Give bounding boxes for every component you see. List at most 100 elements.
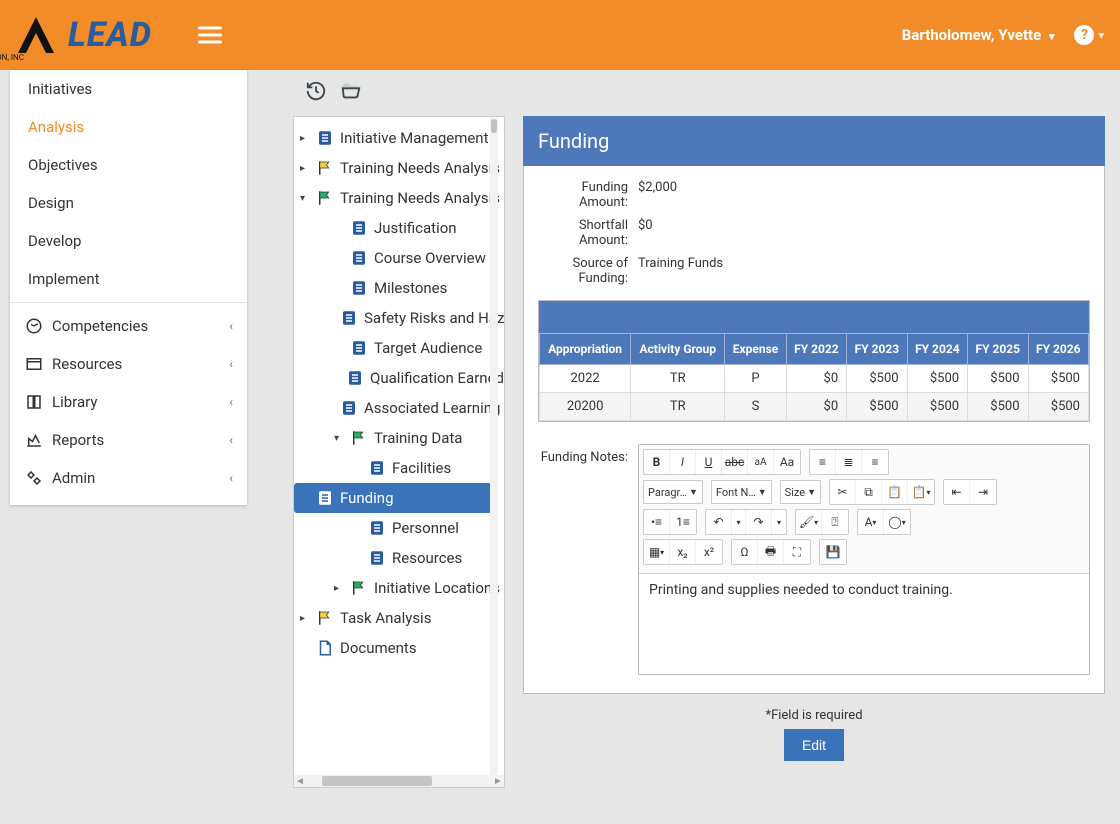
tree-item[interactable]: Course Overview [294, 243, 504, 273]
strike-button[interactable]: abc [722, 450, 748, 474]
font-select[interactable]: Font N…▼ [711, 480, 772, 504]
outdent-button[interactable]: ⇤ [944, 480, 970, 504]
paste-special-button[interactable]: 📋▾ [908, 480, 934, 504]
highlight-button[interactable]: ◯▾ [884, 510, 910, 534]
save-button[interactable]: 💾 [820, 540, 846, 564]
format-painter-button[interactable]: 🖌▾ [796, 510, 822, 534]
tree-expander-icon[interactable]: ▾ [334, 433, 344, 444]
tree-item[interactable]: Personnel [294, 513, 504, 543]
tree-vscrollbar[interactable] [490, 117, 498, 787]
ordered-list-button[interactable]: 1≡ [670, 510, 696, 534]
edit-button[interactable]: Edit [784, 729, 844, 761]
tree-node-icon [368, 549, 386, 567]
tree-item[interactable]: ▸Initiative Locations [294, 573, 504, 603]
rich-text-editor[interactable]: B I U abc aA Aa ≡ ≣ ≡ [638, 444, 1090, 675]
tree-item-label: Justification [374, 219, 457, 237]
align-left-button[interactable]: ≡ [810, 450, 836, 474]
copy-button[interactable]: ⧉ [856, 480, 882, 504]
paste-button[interactable]: 📋 [882, 480, 908, 504]
undo-dd[interactable]: ▾ [732, 510, 746, 534]
help-button[interactable]: ⍰ [822, 510, 848, 534]
field-label: Funding Amount: [538, 180, 638, 210]
tree-expander-icon[interactable]: ▸ [334, 583, 344, 594]
paragraph-select[interactable]: Paragr…▼ [643, 480, 703, 504]
tree-item-label: Documents [340, 639, 417, 657]
tree-item[interactable]: Safety Risks and Hazards [294, 303, 504, 333]
tree-item[interactable]: Target Audience [294, 333, 504, 363]
tree-item[interactable]: Associated Learning Events [294, 393, 504, 423]
folder-icon[interactable] [339, 80, 363, 102]
undo-button[interactable]: ↶ [706, 510, 732, 534]
size-select[interactable]: Size▼ [780, 480, 821, 504]
editor-content[interactable]: Printing and supplies needed to conduct … [639, 574, 1089, 674]
sidebar-section-reports[interactable]: Reports‹ [10, 421, 247, 459]
competencies-icon [24, 317, 44, 335]
sidebar-section-library[interactable]: Library‹ [10, 383, 247, 421]
superscript-button[interactable]: x² [696, 540, 722, 564]
font-color-button[interactable]: A▾ [858, 510, 884, 534]
sidebar-item-design[interactable]: Design [10, 184, 247, 222]
indent-button[interactable]: ⇥ [970, 480, 996, 504]
redo-button[interactable]: ↷ [746, 510, 772, 534]
tree-node-icon [316, 129, 334, 147]
underline-button[interactable]: U [696, 450, 722, 474]
case-button[interactable]: aA [748, 450, 774, 474]
tree-item[interactable]: Funding [294, 483, 492, 513]
tree-item[interactable]: ▸Task Analysis [294, 603, 504, 633]
tree-item[interactable]: Documents [294, 633, 504, 663]
tree-item[interactable]: ▾Training Needs Analysis [294, 183, 504, 213]
sidebar-item-initiatives[interactable]: Initiatives [10, 70, 247, 108]
user-dropdown[interactable]: Bartholomew, Yvette ▾ [902, 26, 1055, 44]
tree-node-icon [350, 429, 368, 447]
help-dropdown[interactable]: ? ▾ [1074, 25, 1104, 45]
subscript-button[interactable]: x₂ [670, 540, 696, 564]
align-right-button[interactable]: ≡ [862, 450, 888, 474]
tree-node-icon [350, 579, 368, 597]
logo-area: LEAD [16, 15, 152, 55]
fullscreen-button[interactable]: ⛶ [784, 540, 810, 564]
align-center-button[interactable]: ≣ [836, 450, 862, 474]
tree-expander-icon[interactable]: ▸ [300, 133, 310, 144]
sidebar-section-resources[interactable]: Resources‹ [10, 345, 247, 383]
table-cell: $500 [1028, 393, 1088, 421]
tree-item[interactable]: ▾Training Data [294, 423, 504, 453]
tree-item[interactable]: Resources [294, 543, 504, 573]
admin-icon [24, 469, 44, 487]
tree-node-icon [316, 159, 334, 177]
table-cell: $500 [907, 393, 967, 421]
font-button[interactable]: Aa [774, 450, 800, 474]
content-toolbar [305, 80, 1105, 102]
sidebar-item-develop[interactable]: Develop [10, 222, 247, 260]
table-header: FY 2023 [847, 334, 907, 365]
tree-expander-icon[interactable]: ▾ [300, 193, 310, 204]
sidebar-section-admin[interactable]: Admin‹ [10, 459, 247, 497]
required-note: *Field is required [523, 708, 1105, 723]
print-button[interactable]: 🖶 [758, 540, 784, 564]
italic-button[interactable]: I [670, 450, 696, 474]
tree-expander-icon[interactable]: ▸ [300, 613, 310, 624]
tree-item[interactable]: Qualification Earned [294, 363, 504, 393]
menu-toggle-icon[interactable] [196, 21, 224, 49]
tree-node-icon [316, 609, 334, 627]
tree-item[interactable]: Justification [294, 213, 504, 243]
sidebar-section-competencies[interactable]: Competencies‹ [10, 307, 247, 345]
sidebar-item-objectives[interactable]: Objectives [10, 146, 247, 184]
table-header: FY 2024 [907, 334, 967, 365]
tree-item[interactable]: ▸Initiative Management [294, 123, 504, 153]
sidebar-item-analysis[interactable]: Analysis [10, 108, 247, 146]
cut-button[interactable]: ✂ [830, 480, 856, 504]
history-icon[interactable] [305, 80, 327, 102]
funding-table: AppropriationActivity GroupExpenseFY 202… [538, 300, 1090, 422]
unordered-list-button[interactable]: •≡ [644, 510, 670, 534]
bold-button[interactable]: B [644, 450, 670, 474]
tree-hscrollbar[interactable]: ◄ ► [294, 775, 504, 787]
table-button[interactable]: ▦▾ [644, 540, 670, 564]
table-cell: $0 [786, 393, 846, 421]
redo-dd[interactable]: ▾ [772, 510, 786, 534]
sidebar-item-implement[interactable]: Implement [10, 260, 247, 298]
special-char-button[interactable]: Ω [732, 540, 758, 564]
tree-item[interactable]: ▸Training Needs Analysis [294, 153, 504, 183]
tree-item[interactable]: Milestones [294, 273, 504, 303]
tree-expander-icon[interactable]: ▸ [300, 163, 310, 174]
tree-item[interactable]: Facilities [294, 453, 504, 483]
